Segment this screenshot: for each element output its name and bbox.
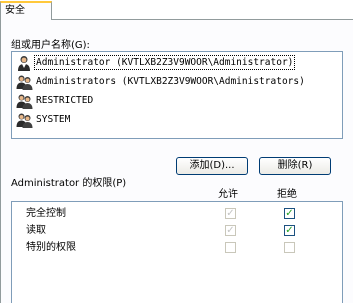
allow-checkbox[interactable]: ✓ [225,208,236,219]
deny-column-header: 拒绝 [277,189,297,200]
user-item-restricted[interactable]: RESTRICTED [16,92,338,109]
group-icon [16,94,33,109]
user-icon [18,55,30,71]
user-name: SYSTEM [36,114,71,125]
add-button[interactable]: 添加(D)... [176,157,248,175]
deny-checkbox[interactable] [284,242,295,253]
user-item-system[interactable]: SYSTEM [16,111,338,128]
permissions-label: Administrator 的权限(P) [11,178,127,189]
allow-column-header: 允许 [218,189,238,200]
allow-checkbox[interactable] [225,242,236,253]
groups-label: 组或用户名称(G): [11,40,90,51]
permission-name: 读取 [26,225,46,236]
tab-security[interactable]: 安全 [0,1,52,20]
tab-security-label: 安全 [5,5,25,16]
group-icon [16,113,33,128]
tab-strip: 安全 [0,0,353,20]
user-name: Administrators (KVTLXB2Z3V9WOOR\Administ… [36,76,305,87]
permission-row-special: 特别的权限 [12,240,342,256]
user-name: RESTRICTED [36,95,94,106]
deny-checkbox[interactable]: ✓ [284,225,295,236]
user-list[interactable]: Administrator (KVTLXB2Z3V9WOOR\Administr… [11,51,343,139]
deny-checkbox[interactable]: ✓ [284,208,295,219]
permissions-list: 完全控制 ✓ ✓ 读取 ✓ ✓ 特别的权限 [11,201,343,303]
permission-name: 完全控制 [26,208,66,219]
permission-row-read: 读取 ✓ ✓ [12,223,342,239]
permission-name: 特别的权限 [26,242,76,253]
user-item-administrators[interactable]: Administrators (KVTLXB2Z3V9WOOR\Administ… [16,73,338,90]
permission-row-full-control: 完全控制 ✓ ✓ [12,206,342,222]
group-icon [16,75,33,90]
user-name: Administrator (KVTLXB2Z3V9WOOR\Administr… [33,55,296,70]
allow-checkbox[interactable]: ✓ [225,225,236,236]
remove-button[interactable]: 删除(R) [259,157,331,175]
user-item-administrator[interactable]: Administrator (KVTLXB2Z3V9WOOR\Administr… [16,54,338,71]
